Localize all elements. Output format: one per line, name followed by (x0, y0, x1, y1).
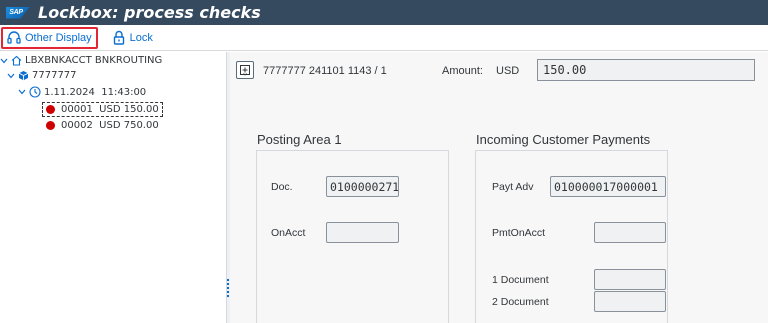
lock-label: Lock (129, 31, 153, 44)
doc-field[interactable]: 0100000271 (326, 176, 399, 197)
tree-item-label: 00002 USD 750.00 (61, 120, 159, 131)
lock-icon (113, 30, 124, 45)
detail-pane: 7777777 241101 1143 / 1 Amount: USD 150.… (230, 52, 768, 323)
clock-icon (29, 86, 41, 98)
status-red-icon (46, 121, 55, 130)
document1-field[interactable] (594, 269, 666, 290)
tree-date-label: 1.11.2024 11:43:00 (44, 86, 147, 98)
chevron-down-icon[interactable] (7, 72, 15, 80)
toolbar: Other Display Lock (0, 25, 768, 51)
sap-logo: SAP (6, 6, 30, 19)
amount-field[interactable]: 150.00 (537, 59, 755, 81)
posting-area-title: Posting Area 1 (257, 132, 342, 147)
pmt-on-acct-label: PmtOnAcct (492, 227, 546, 239)
payt-adv-field[interactable]: 010000017000001 (550, 176, 666, 197)
payt-adv-label: Payt Adv (492, 181, 534, 193)
amount-label: Amount: (442, 65, 483, 77)
tree-node-date[interactable]: 1.11.2024 11:43:00 (18, 86, 146, 98)
home-icon (11, 55, 22, 66)
headset-icon (7, 30, 21, 44)
window-title: Lockbox: process checks (38, 3, 261, 22)
tree-item-label: 00001 USD 150.00 (61, 104, 159, 115)
doc-label: Doc. (271, 181, 293, 193)
tree-root-label: LBXBNKACCT BNKROUTING (25, 55, 163, 66)
incoming-payments-title: Incoming Customer Payments (476, 132, 651, 147)
other-display-button[interactable]: Other Display (1, 26, 98, 49)
lock-button[interactable]: Lock (108, 27, 157, 49)
onacct-label: OnAcct (271, 227, 306, 239)
tree-item-check[interactable]: 00001 USD 150.00 (42, 102, 163, 117)
expand-icon[interactable] (236, 61, 254, 79)
tree-node-root[interactable]: LBXBNKACCT BNKROUTING (0, 55, 162, 66)
other-display-label: Other Display (25, 31, 92, 44)
title-bar: SAP Lockbox: process checks (0, 0, 768, 25)
pmt-on-acct-field[interactable] (594, 222, 666, 243)
package-icon (18, 71, 29, 81)
lockbox-tree: LBXBNKACCT BNKROUTING 7777777 1.11.2024 … (0, 52, 226, 323)
status-red-icon (46, 105, 55, 114)
check-id: 7777777 241101 1143 / 1 (263, 65, 387, 77)
chevron-down-icon[interactable] (18, 88, 26, 96)
splitter-grip[interactable] (227, 279, 229, 297)
tree-account-label: 7777777 (32, 70, 77, 81)
document2-field[interactable] (594, 291, 666, 312)
amount-currency: USD (496, 65, 520, 77)
document1-label: 1 Document (492, 274, 549, 286)
chevron-down-icon[interactable] (0, 57, 8, 65)
tree-item-check[interactable]: 00002 USD 750.00 (46, 120, 159, 131)
document2-label: 2 Document (492, 296, 549, 308)
tree-node-account[interactable]: 7777777 (7, 70, 77, 81)
onacct-field[interactable] (326, 222, 399, 243)
